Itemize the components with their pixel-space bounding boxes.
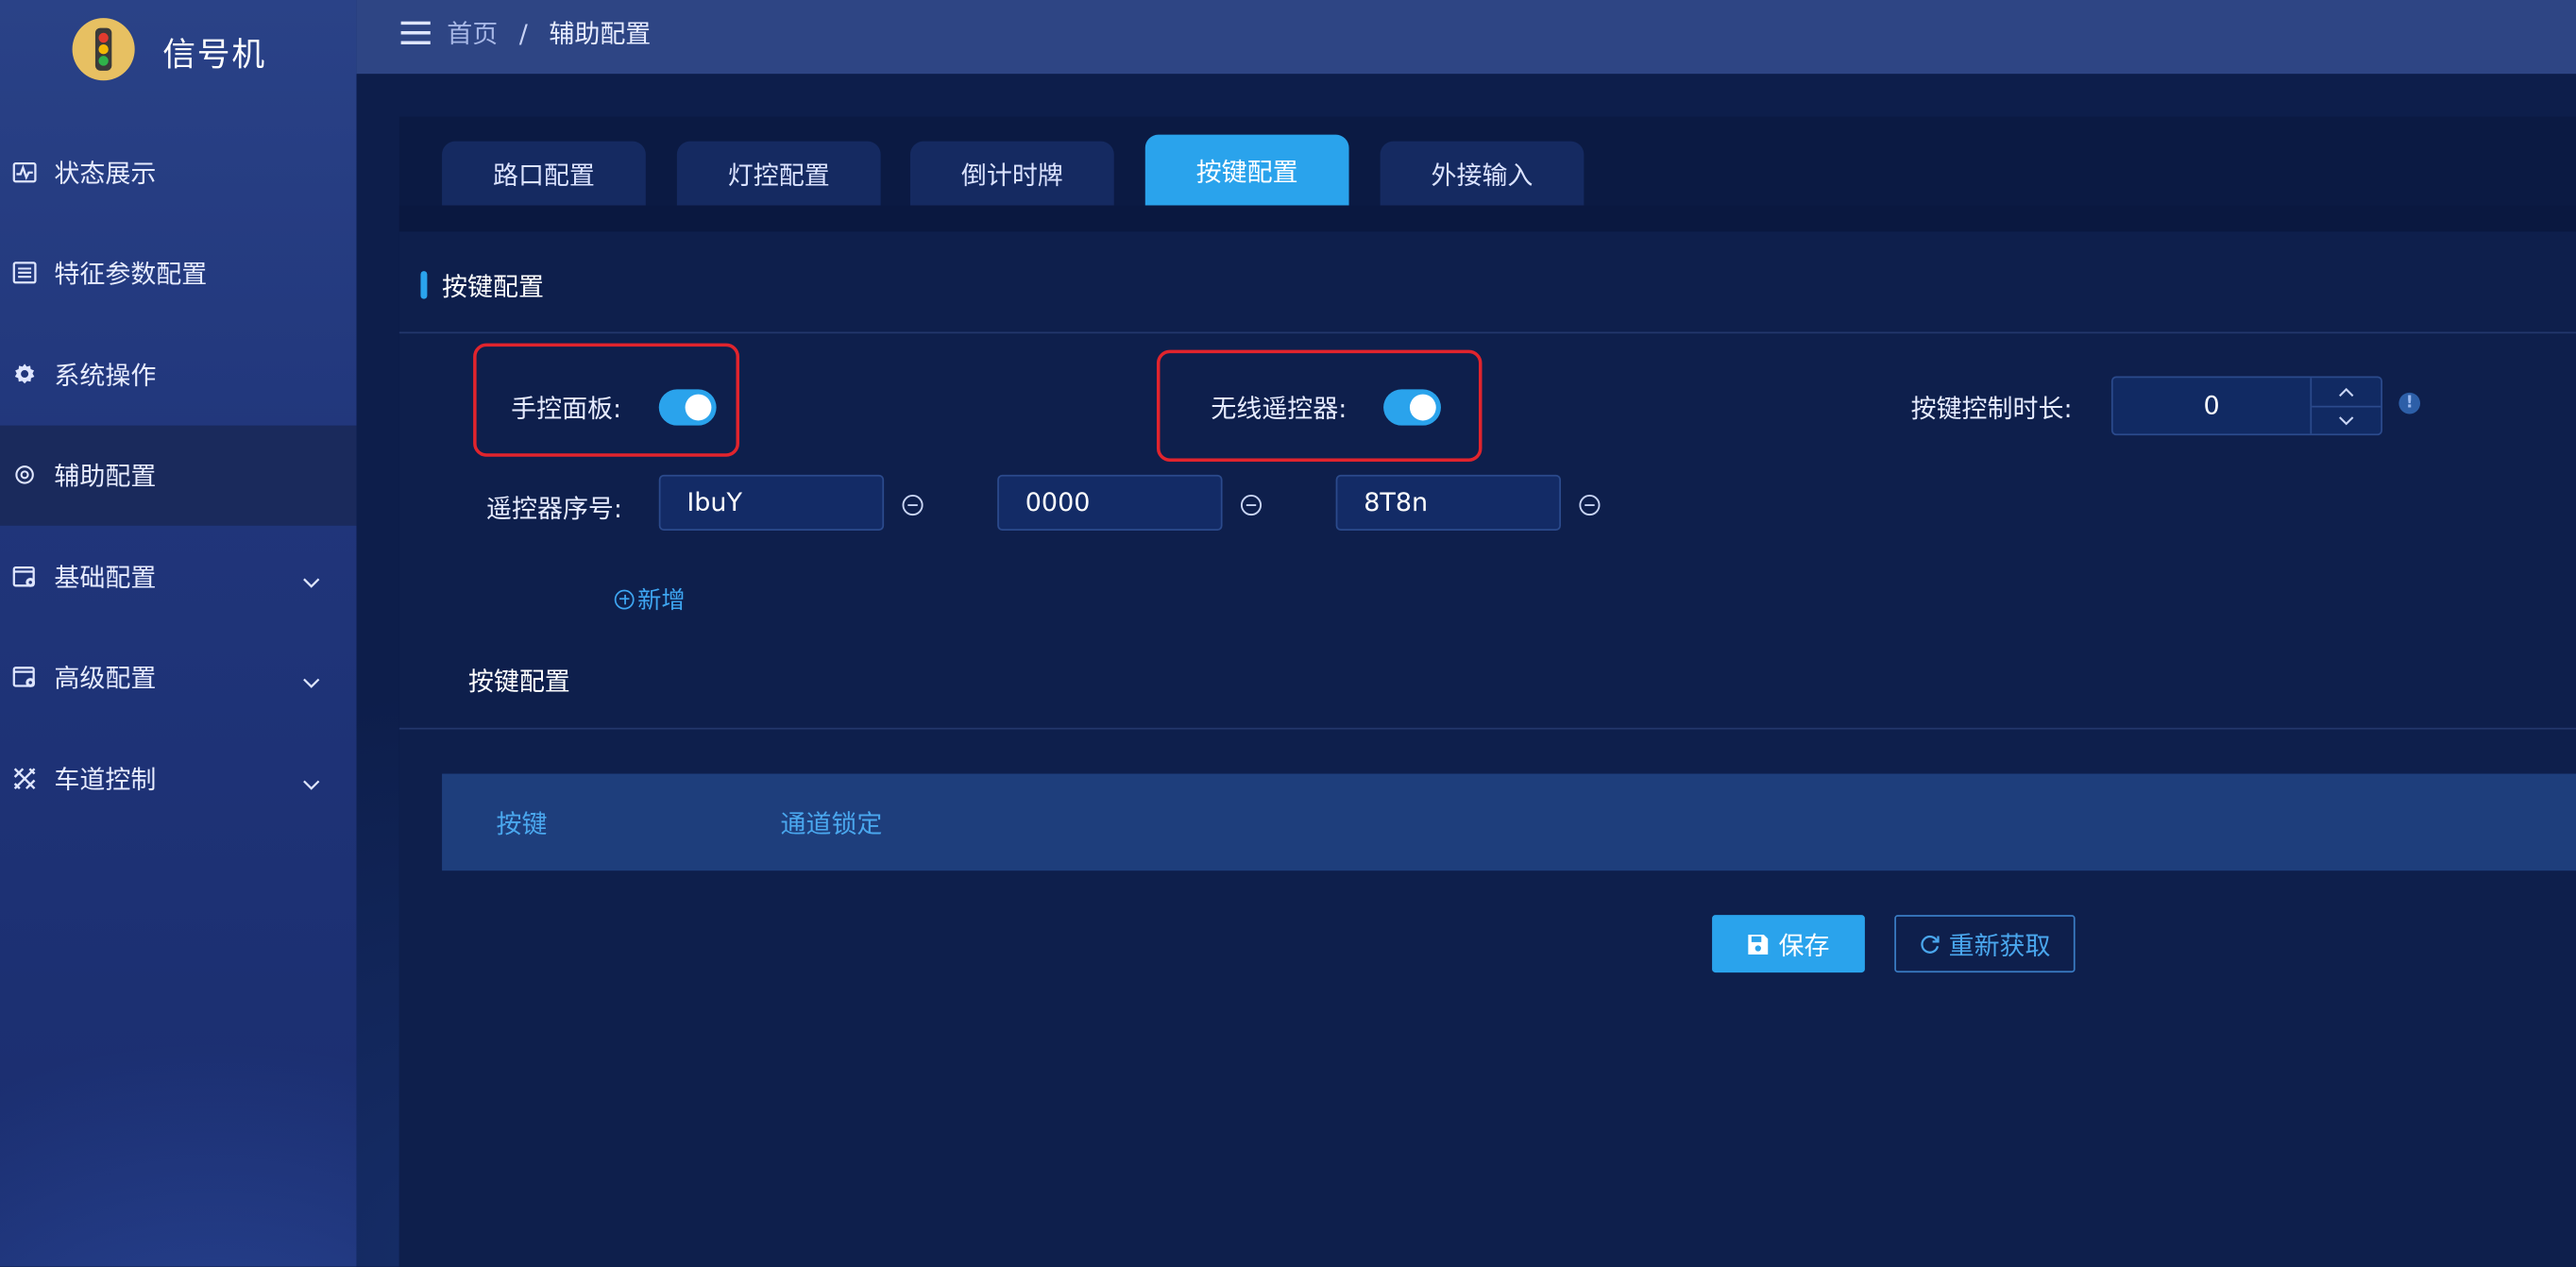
list-icon [11, 260, 38, 286]
switch-knob [1409, 394, 1436, 421]
column-header-key: 按键 [496, 809, 548, 840]
sidebar-item-lane-control[interactable]: 车道控制 [0, 728, 357, 829]
manual-panel-label: 手控面板: [511, 394, 622, 424]
key-duration-value[interactable]: 0 [2113, 378, 2311, 433]
save-disk-icon [1747, 932, 1770, 954]
pulse-icon [11, 159, 38, 185]
sidebar-item-aux-config[interactable]: 辅助配置 [0, 424, 357, 526]
chevron-down-icon [302, 566, 320, 596]
sub-section-title: 按键配置 [467, 667, 570, 697]
remote-serial-label: 遥控器序号: [486, 494, 622, 525]
add-circle-icon [614, 588, 635, 609]
sidebar-item-basic-config[interactable]: 基础配置 [0, 526, 357, 627]
sidebar-item-label: 特征参数配置 [54, 260, 208, 290]
hamburger-menu-icon[interactable] [400, 20, 431, 51]
content-panel: 路口配置 灯控配置 倒计时牌 按键配置 外接输入 按键配置 手控面板: 无线遥控… [398, 116, 2576, 1267]
sidebar-item-feature-params[interactable]: 特征参数配置 [0, 223, 357, 324]
breadcrumb-home[interactable]: 首页 [447, 20, 498, 49]
remote-serial-input[interactable]: 8T8n [1335, 474, 1561, 532]
sidebar-item-label: 系统操作 [54, 361, 157, 391]
sidebar-item-label: 状态展示 [54, 159, 157, 189]
sidebar-item-label: 高级配置 [54, 664, 157, 694]
traffic-light-logo-icon [72, 18, 135, 81]
remove-circle-icon[interactable] [1240, 491, 1263, 516]
remove-circle-icon[interactable] [902, 491, 924, 516]
manual-panel-switch[interactable] [658, 389, 717, 426]
add-remote-button[interactable]: 新增 [614, 582, 686, 617]
table-header: 按键 通道锁定 [442, 773, 2576, 871]
remove-circle-icon[interactable] [1579, 491, 1601, 516]
add-label: 新增 [637, 587, 686, 615]
refresh-icon [1919, 933, 1940, 954]
refresh-label: 重新获取 [1948, 930, 2051, 961]
main-content: 路口配置 灯控配置 倒计时牌 按键配置 外接输入 按键配置 手控面板: 无线遥控… [356, 74, 2576, 1267]
tab-external-input[interactable]: 外接输入 [1380, 141, 1585, 206]
column-header-channel-lock: 通道锁定 [780, 809, 883, 840]
chevron-up-icon[interactable] [2312, 378, 2381, 408]
key-duration-stepper[interactable]: 0 [2110, 376, 2382, 436]
breadcrumb-separator: / [518, 19, 528, 50]
refresh-button[interactable]: 重新获取 [1894, 915, 2076, 973]
wireless-remote-switch[interactable] [1383, 389, 1441, 426]
sidebar-item-system-ops[interactable]: 系统操作 [0, 324, 357, 425]
tab-intersection-config[interactable]: 路口配置 [442, 141, 646, 206]
breadcrumb: 首页 / 辅助配置 [447, 15, 651, 51]
sidebar-item-label: 辅助配置 [54, 462, 157, 492]
sidebar-menu: 状态展示 特征参数配置 系统操作 辅助配置 基础配置 高级配置 车道控制 [0, 122, 357, 829]
chevron-down-icon [302, 769, 320, 798]
window-gear-icon [11, 563, 38, 589]
sidebar: 信号机 状态展示 特征参数配置 系统操作 辅助配置 基础配置 高级配置 车道控制 [0, 0, 357, 1267]
chevron-down-icon[interactable] [2312, 406, 2381, 434]
app-root: 信号机 状态展示 特征参数配置 系统操作 辅助配置 基础配置 高级配置 车道控制… [0, 0, 2576, 1267]
chevron-down-icon [302, 667, 320, 697]
wireless-remote-label: 无线遥控器: [1211, 394, 1347, 424]
sidebar-item-advanced-config[interactable]: 高级配置 [0, 627, 357, 728]
tab-underline [398, 205, 2576, 232]
sidebar-item-label: 车道控制 [54, 765, 157, 795]
tab-lamp-control-config[interactable]: 灯控配置 [676, 141, 881, 206]
info-icon[interactable]: ! [2398, 392, 2421, 414]
sidebar-item-label: 基础配置 [54, 563, 157, 593]
save-button[interactable]: 保存 [1712, 915, 1865, 973]
gear-icon [11, 361, 38, 387]
section-title: 按键配置 [420, 268, 544, 304]
app-title: 信号机 [162, 34, 266, 75]
settings-small-icon [11, 462, 38, 488]
remote-serial-input[interactable]: 0000 [997, 474, 1223, 532]
key-duration-label: 按键控制时长: [1910, 394, 2073, 424]
remote-serial-input[interactable]: IbuY [658, 474, 885, 532]
sub-section-divider [398, 727, 2576, 730]
section-divider [398, 331, 2576, 334]
top-bar: 首页 / 辅助配置 [356, 0, 2576, 75]
sidebar-item-status[interactable]: 状态展示 [0, 122, 357, 223]
window-gear-icon [11, 664, 38, 690]
save-label: 保存 [1778, 930, 1830, 961]
tab-key-config[interactable]: 按键配置 [1144, 134, 1349, 206]
crossed-icon [11, 765, 38, 791]
breadcrumb-current: 辅助配置 [549, 19, 652, 50]
switch-knob [685, 394, 712, 421]
tab-countdown[interactable]: 倒计时牌 [909, 141, 1114, 206]
stepper-buttons [2310, 378, 2381, 434]
key-config-panel: 按键配置 手控面板: 无线遥控器: 按键控制时长: 0 ! 遥控器序号: Ibu… [398, 231, 2576, 1267]
